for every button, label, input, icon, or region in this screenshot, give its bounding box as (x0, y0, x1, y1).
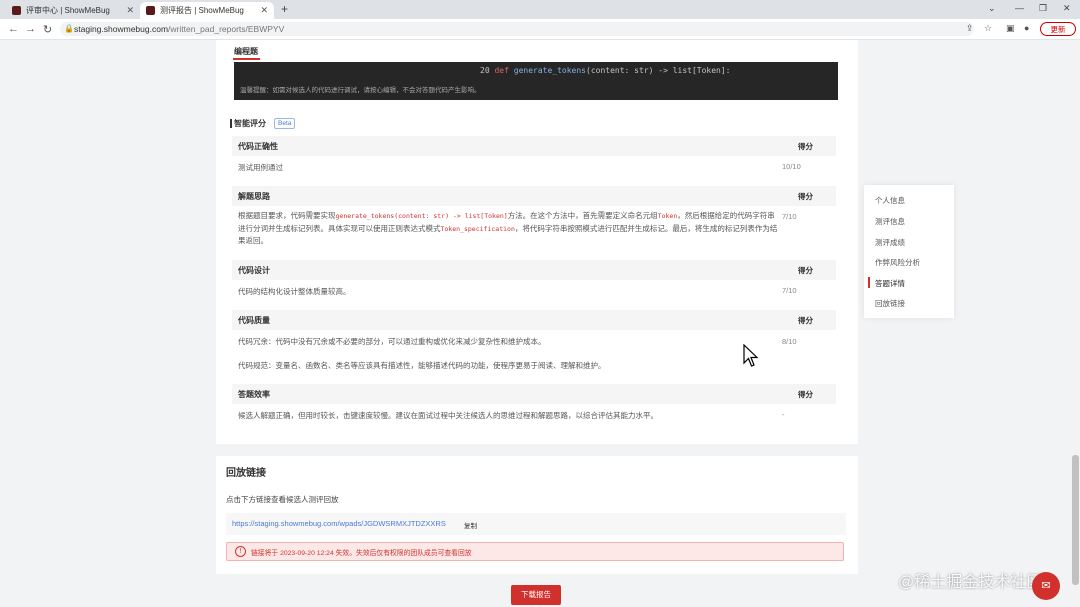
code-ref: generate_tokens(content: str) -> list[To… (335, 212, 508, 220)
minimize-icon[interactable]: — (1015, 3, 1024, 13)
address-bar: ← → ↻ 🔒 staging.showmebug.com/written_pa… (0, 19, 1080, 40)
section-text: 代码规范：变量名、函数名、类名等应该具有描述性，能够描述代码的功能，使程序更易于… (238, 361, 606, 370)
warning-text: 链接将于 2023-09-20 12:24 失效。失效后仅有权限的团队成员可查看… (251, 550, 472, 557)
restore-icon[interactable]: ❐ (1039, 3, 1047, 14)
ai-score-title: 智能评分 (230, 119, 266, 128)
favicon-icon (146, 6, 155, 15)
code-ref: Token (657, 212, 678, 220)
sidenav-item-replay-link[interactable]: 回放链接 (875, 298, 905, 309)
score-section-header: 答题效率 得分 (232, 384, 836, 404)
text-part: 根据题目要求，代码需要实现 (238, 211, 336, 220)
tab-label: 测评报告 | ShowMeBug (160, 6, 244, 15)
new-tab-icon[interactable]: + (281, 2, 288, 16)
close-tab-icon[interactable]: ✕ (260, 5, 268, 16)
tab-label: 评审中心 | ShowMeBug (26, 6, 110, 15)
replay-title: 回放链接 (226, 468, 266, 479)
code-line: 20 def generate_tokens(content: str) -> … (480, 66, 731, 75)
score-header: 得分 (798, 266, 813, 275)
sidenav-item-test-score[interactable]: 测评成绩 (875, 237, 905, 248)
section-score: 7/10 (782, 212, 797, 221)
tab-report[interactable]: 测评报告 | ShowMeBug ✕ (140, 2, 274, 19)
section-title: 代码质量 (238, 316, 270, 325)
code-signature: (content: str) -> list[Token]: (586, 66, 731, 75)
copy-button[interactable]: 复制 (464, 520, 477, 530)
section-score: 7/10 (782, 286, 797, 295)
section-score: - (782, 410, 785, 419)
chevron-down-icon[interactable]: ⌄ (988, 3, 996, 14)
sidenav-item-test-info[interactable]: 测评信息 (875, 216, 905, 227)
section-score: 10/10 (782, 162, 801, 171)
warning-icon: ! (235, 546, 246, 557)
score-header: 得分 (798, 192, 813, 201)
section-title: 解题思路 (238, 192, 270, 201)
text-part: 方法。在这个方法中，首先需要定义命名元组 (507, 211, 658, 220)
section-title: 答题效率 (238, 390, 270, 399)
report-card: 编程题 20 def generate_tokens(content: str)… (216, 40, 858, 444)
section-score: 8/10 (782, 337, 797, 346)
sidenav-item-answer-details[interactable]: 答题详情 (875, 278, 905, 289)
favicon-icon (12, 6, 21, 15)
floating-action-button[interactable]: ✉ (1032, 572, 1060, 600)
score-header: 得分 (798, 142, 813, 151)
beta-badge: Beta (274, 118, 296, 129)
expiry-warning: ! 链接将于 2023-09-20 12:24 失效。失效后仅有权限的团队成员可… (226, 542, 844, 561)
watermark: @稀土掘金技术社区 (898, 574, 1043, 591)
mouse-cursor-icon (743, 344, 759, 367)
sidenav-item-cheat-risk[interactable]: 作弊风险分析 (875, 257, 920, 268)
score-section-header: 代码设计 得分 (232, 260, 836, 280)
section-text: 代码的结构化设计整体质量较高。 (238, 287, 351, 296)
tab-review-center[interactable]: 评审中心 | ShowMeBug ✕ (6, 2, 140, 19)
sidebar-icon[interactable]: ▣ (1006, 23, 1015, 34)
programming-tab[interactable]: 编程题 (234, 46, 258, 57)
score-section-header: 代码正确性 得分 (232, 136, 836, 156)
code-notice: 温馨提醒：如需对候选人的代码进行调试，请按心编辑，不会对答题代码产生影响。 (240, 87, 481, 94)
section-text: 根据题目要求，代码需要实现generate_tokens(content: st… (238, 210, 778, 248)
code-viewer[interactable]: 20 def generate_tokens(content: str) -> … (234, 62, 838, 100)
active-indicator (868, 277, 870, 288)
lock-icon: 🔒 (64, 24, 74, 33)
score-section-header: 代码质量 得分 (232, 310, 836, 330)
score-section-header: 解题思路 得分 (232, 186, 836, 206)
scrollbar-thumb[interactable] (1072, 455, 1079, 585)
forward-icon[interactable]: → (25, 23, 36, 35)
code-keyword: def (494, 66, 509, 75)
replay-desc: 点击下方链接查看候选人测评回放 (226, 495, 339, 504)
url-field[interactable]: 🔒 staging.showmebug.com/written_pad_repo… (60, 22, 974, 36)
score-header: 得分 (798, 316, 813, 325)
url-host: staging.showmebug.com (74, 24, 169, 34)
replay-link[interactable]: https://staging.showmebug.com/wpads/JGDW… (232, 519, 446, 528)
section-title: 代码设计 (238, 266, 270, 275)
section-text: 候选人解题正确，但用时较长，击键速度较慢。建议在面试过程中关注候选人的思维过程和… (238, 411, 658, 420)
reload-icon[interactable]: ↻ (43, 23, 52, 36)
update-button[interactable]: 更新 (1040, 22, 1076, 36)
url-path: /written_pad_reports/EBWPYV (168, 24, 285, 34)
profile-icon[interactable]: ● (1024, 23, 1029, 33)
close-tab-icon[interactable]: ✕ (126, 5, 134, 16)
browser-tab-bar: 评审中心 | ShowMeBug ✕ 测评报告 | ShowMeBug ✕ + … (0, 0, 1080, 19)
back-icon[interactable]: ← (8, 23, 19, 35)
close-window-icon[interactable]: ✕ (1063, 3, 1071, 14)
section-text: 代码冗余：代码中没有冗余或不必要的部分，可以通过重构或优化来减少复杂性和维护成本… (238, 337, 546, 346)
score-header: 得分 (798, 390, 813, 399)
tab-indicator (233, 58, 260, 60)
code-ref: Token_specification (440, 224, 515, 233)
section-text: 测试用例通过 (238, 163, 283, 172)
section-title: 代码正确性 (238, 142, 278, 151)
replay-link-box: https://staging.showmebug.com/wpads/JGDW… (226, 513, 846, 535)
side-nav: 个人信息 测评信息 测评成绩 作弊风险分析 答题详情 回放链接 (864, 185, 954, 318)
star-icon[interactable]: ☆ (984, 23, 992, 34)
download-report-button[interactable]: 下载报告 (511, 585, 561, 605)
line-number: 20 (480, 66, 490, 75)
code-function: generate_tokens (513, 66, 586, 75)
replay-card: 回放链接 点击下方链接查看候选人测评回放 https://staging.sho… (216, 456, 858, 574)
share-icon[interactable]: ⇪ (966, 23, 974, 34)
sidenav-item-personal-info[interactable]: 个人信息 (875, 195, 905, 206)
